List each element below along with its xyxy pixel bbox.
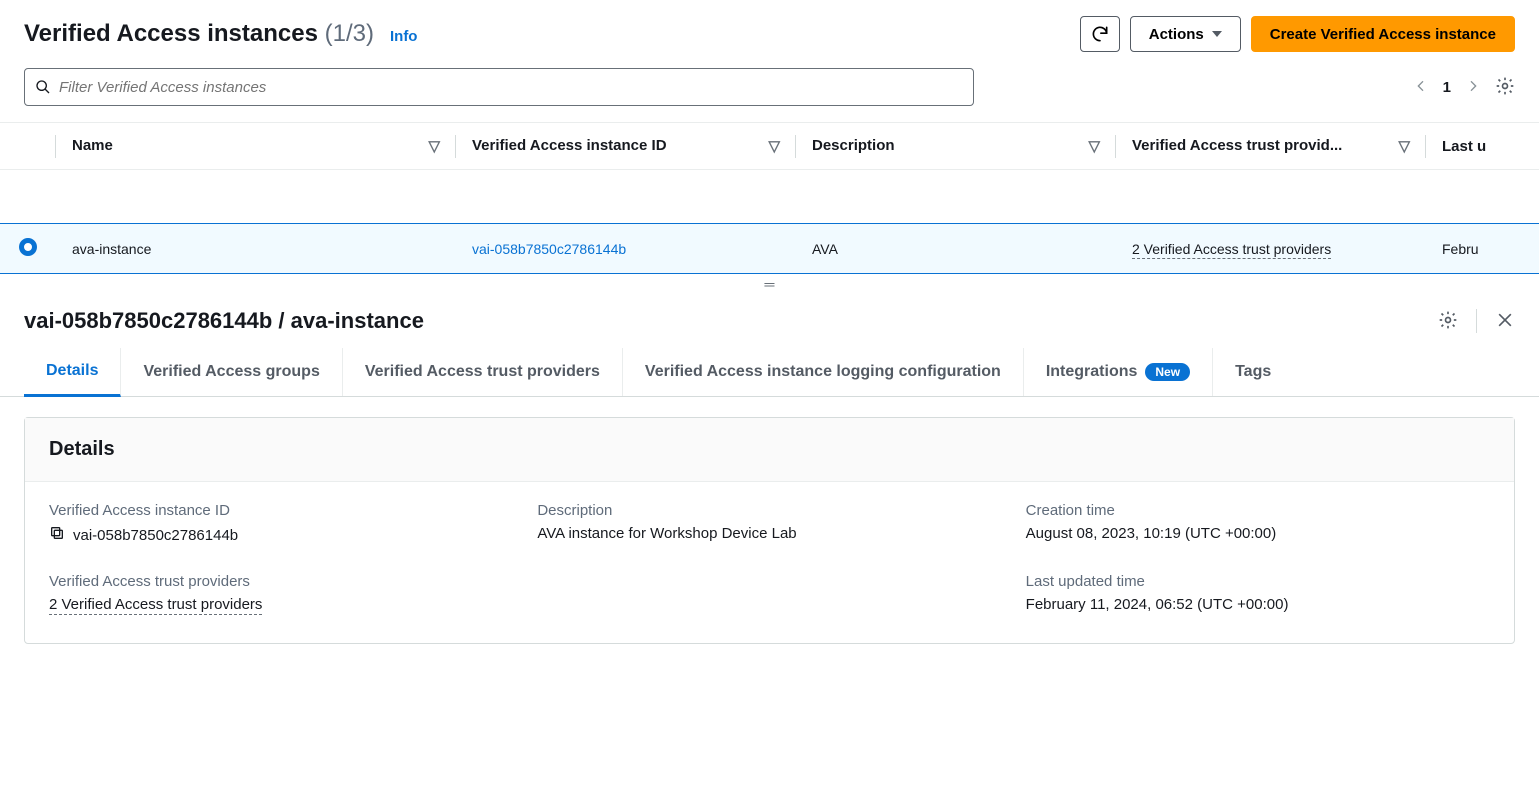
filter-icon[interactable]: ▽: [1398, 137, 1410, 155]
copy-button[interactable]: [49, 525, 65, 545]
col-last[interactable]: Last u: [1426, 123, 1539, 170]
col-name[interactable]: Name▽: [56, 123, 456, 170]
page-title-count: (1/3): [325, 20, 374, 47]
info-link[interactable]: Info: [390, 28, 418, 45]
tab-logging[interactable]: Verified Access instance logging configu…: [623, 348, 1024, 396]
detail-settings-button[interactable]: [1438, 310, 1458, 333]
cell-desc: AVA: [796, 224, 1116, 274]
filter-icon[interactable]: ▽: [1088, 137, 1100, 155]
new-badge: New: [1145, 363, 1190, 381]
copy-icon: [49, 525, 65, 541]
col-desc[interactable]: Description▽: [796, 123, 1116, 170]
field-value-id: vai-058b7850c2786144b: [49, 525, 513, 545]
search-wrap[interactable]: [24, 68, 974, 106]
search-input[interactable]: [59, 79, 963, 96]
close-icon: [1495, 310, 1515, 330]
pager-prev[interactable]: [1413, 78, 1429, 97]
refresh-icon: [1090, 24, 1110, 44]
trust-providers-link[interactable]: 2 Verified Access trust providers: [49, 596, 262, 615]
col-id[interactable]: Verified Access instance ID▽: [456, 123, 796, 170]
panel-title: Details: [49, 438, 1490, 461]
tab-trust-providers[interactable]: Verified Access trust providers: [343, 348, 623, 396]
cell-trust: 2 Verified Access trust providers: [1116, 224, 1426, 274]
pager: 1: [1413, 76, 1515, 99]
tab-groups[interactable]: Verified Access groups: [121, 348, 342, 396]
chevron-left-icon: [1413, 78, 1429, 94]
cell-name: ava-instance: [56, 224, 456, 274]
field-value-desc: AVA instance for Workshop Device Lab: [537, 525, 1001, 542]
cell-id: vai-058b7850c2786144b: [456, 224, 796, 274]
pager-current: 1: [1443, 79, 1451, 96]
field-value-created: August 08, 2023, 10:19 (UTC +00:00): [1026, 525, 1490, 542]
table-row[interactable]: ava-instance vai-058b7850c2786144b AVA 2…: [0, 224, 1539, 274]
detail-close-button[interactable]: [1495, 310, 1515, 333]
create-instance-button[interactable]: Create Verified Access instance: [1251, 16, 1515, 52]
details-panel: Details Verified Access instance ID vai-…: [24, 417, 1515, 644]
caret-down-icon: [1212, 31, 1222, 37]
gear-icon: [1495, 76, 1515, 96]
tab-integrations[interactable]: Integrations New: [1024, 348, 1213, 396]
table-header-row: Name▽ Verified Access instance ID▽ Descr…: [0, 123, 1539, 170]
detail-tabs: Details Verified Access groups Verified …: [0, 348, 1539, 397]
split-drag-handle[interactable]: ═: [0, 274, 1539, 294]
trust-providers-link[interactable]: 2 Verified Access trust providers: [1132, 241, 1331, 259]
field-label: Creation time: [1026, 502, 1490, 519]
actions-button[interactable]: Actions: [1130, 16, 1241, 52]
table-settings-button[interactable]: [1495, 76, 1515, 99]
row-radio[interactable]: [19, 238, 37, 256]
page-title: Verified Access instances (1/3): [24, 20, 374, 48]
tab-tags[interactable]: Tags: [1213, 348, 1293, 396]
field-value-updated: February 11, 2024, 06:52 (UTC +00:00): [1026, 596, 1490, 613]
tab-details[interactable]: Details: [24, 348, 121, 397]
gear-icon: [1438, 310, 1458, 330]
col-trust[interactable]: Verified Access trust provid...▽: [1116, 123, 1426, 170]
cell-last: Febru: [1426, 224, 1539, 274]
chevron-right-icon: [1465, 78, 1481, 94]
filter-icon[interactable]: ▽: [428, 137, 440, 155]
pager-next[interactable]: [1465, 78, 1481, 97]
field-label: Description: [537, 502, 1001, 519]
field-label: Verified Access instance ID: [49, 502, 513, 519]
field-label: Verified Access trust providers: [49, 573, 513, 590]
field-value-trust: 2 Verified Access trust providers: [49, 596, 513, 615]
search-icon: [35, 79, 51, 95]
field-label: Last updated time: [1026, 573, 1490, 590]
filter-icon[interactable]: ▽: [768, 137, 780, 155]
detail-title: vai-058b7850c2786144b / ava-instance: [24, 308, 424, 334]
instance-id-link[interactable]: vai-058b7850c2786144b: [472, 241, 626, 257]
refresh-button[interactable]: [1080, 16, 1120, 52]
